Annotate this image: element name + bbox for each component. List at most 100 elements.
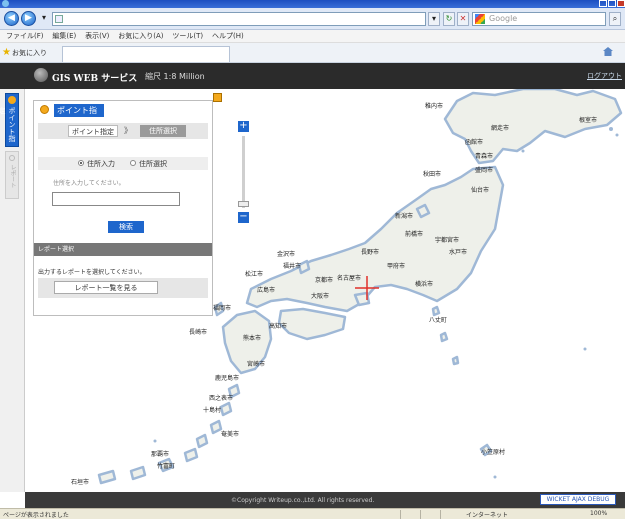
panel-title: ポイント指定 bbox=[54, 104, 104, 128]
copyright-text: ©Copyright Writeup.co.,Ltd. All rights r… bbox=[231, 497, 375, 504]
search-box[interactable]: Google bbox=[472, 12, 606, 26]
map-scale: 縮尺 1:8 Million bbox=[145, 72, 205, 81]
map-label: 奄美市 bbox=[221, 431, 240, 438]
zoom-out-button[interactable]: − bbox=[238, 212, 249, 223]
page-icon bbox=[55, 15, 63, 23]
map-label: 青森市 bbox=[475, 153, 494, 160]
panel-collapse-icon[interactable] bbox=[213, 93, 222, 102]
status-separator bbox=[440, 510, 441, 519]
menu-help[interactable]: ヘルプ(H) bbox=[212, 30, 244, 43]
map-label: 名古屋市 bbox=[337, 275, 362, 282]
report-instruction: 出力するレポートを選択してください。 bbox=[38, 269, 146, 276]
favorites-star-icon[interactable]: ★ bbox=[2, 47, 11, 58]
search-placeholder: Google bbox=[489, 14, 518, 23]
tab-point-select[interactable]: ポイント指定 bbox=[0, 93, 19, 147]
maximize-button[interactable] bbox=[608, 0, 616, 7]
status-bar: ページが表示されました インターネット 100% bbox=[0, 508, 625, 519]
map-label: 仙台市 bbox=[471, 187, 490, 194]
map-label: 金沢市 bbox=[277, 251, 296, 258]
address-input[interactable] bbox=[52, 192, 180, 206]
map-label: 竹富町 bbox=[157, 463, 176, 470]
google-logo-icon bbox=[475, 14, 485, 24]
radio-address-select[interactable] bbox=[130, 160, 136, 166]
map-label: 十島村 bbox=[203, 407, 222, 414]
map-label: 宇都宮市 bbox=[435, 237, 460, 244]
menu-view[interactable]: 表示(V) bbox=[85, 30, 109, 43]
map-label: 網走市 bbox=[491, 125, 510, 132]
address-bar[interactable] bbox=[52, 12, 426, 26]
step-indicator: ポイント指定 》 住所選択 bbox=[38, 123, 208, 139]
map-label: 大阪市 bbox=[311, 293, 330, 300]
ajax-debug-button[interactable]: WICKET AJAX DEBUG bbox=[540, 494, 616, 505]
stop-icon[interactable]: ✕ bbox=[457, 12, 469, 26]
map-label: 長崎市 bbox=[189, 329, 208, 336]
zoom-slider-handle[interactable] bbox=[238, 201, 249, 207]
map-label: 福岡市 bbox=[213, 305, 232, 312]
radio-address-input[interactable] bbox=[78, 160, 84, 166]
input-mode-radios: 住所入力 住所選択 bbox=[38, 157, 208, 170]
tab-label: レポート bbox=[9, 164, 16, 188]
honshu-island bbox=[245, 165, 505, 313]
status-separator bbox=[420, 510, 421, 519]
map-label: 前橋市 bbox=[405, 231, 424, 238]
refresh-icon[interactable]: ↻ bbox=[443, 12, 455, 26]
status-text: ページが表示されました bbox=[3, 512, 69, 519]
map-label: 宮崎市 bbox=[247, 361, 266, 368]
tab-report[interactable]: レポート bbox=[5, 151, 19, 199]
favorites-bar: ★ お気に入り bbox=[0, 43, 625, 63]
map-label: 石垣市 bbox=[71, 479, 90, 486]
menu-tools[interactable]: ツール(T) bbox=[172, 30, 203, 43]
map-label: 甲府市 bbox=[387, 263, 406, 270]
map-label: 水戸市 bbox=[449, 249, 468, 256]
map-label: 小笠原村 bbox=[481, 449, 506, 456]
map-label: 高知市 bbox=[269, 323, 288, 330]
map-label: 那覇市 bbox=[151, 451, 170, 458]
forward-button[interactable]: ▶ bbox=[21, 11, 36, 26]
map-label: 盛岡市 bbox=[475, 167, 494, 174]
minimize-button[interactable] bbox=[599, 0, 607, 7]
search-go-icon[interactable]: ⌕ bbox=[609, 12, 621, 26]
radio-label: 住所入力 bbox=[87, 160, 115, 168]
security-zone: インターネット bbox=[466, 512, 509, 519]
logout-link[interactable]: ログアウト bbox=[587, 71, 622, 81]
map-label: 函館市 bbox=[465, 139, 484, 146]
status-separator bbox=[400, 510, 401, 519]
map-label: 京都市 bbox=[315, 277, 334, 284]
address-form: 住所入力 住所選択 住所を入力してください。 検索 bbox=[38, 145, 208, 237]
view-report-list-button[interactable]: レポート一覧を見る bbox=[54, 281, 158, 294]
map-label: 熊本市 bbox=[243, 335, 262, 342]
step-point-select[interactable]: ポイント指定 bbox=[68, 125, 118, 137]
pin-icon bbox=[9, 155, 15, 161]
point-select-panel: ポイント指定 ポイント指定 》 住所選択 住所入力 住所選択 住所を入力してくだ… bbox=[33, 100, 213, 316]
map-label: 稚内市 bbox=[425, 103, 444, 110]
favorites-label[interactable]: お気に入り bbox=[12, 48, 47, 58]
tab-label: ポイント指定 bbox=[0, 107, 16, 142]
map-label: 根室市 bbox=[579, 117, 598, 124]
hokkaido-island bbox=[443, 87, 623, 165]
home-icon[interactable] bbox=[603, 47, 613, 56]
zoom-level[interactable]: 100% bbox=[590, 510, 607, 517]
browser-tab[interactable] bbox=[62, 46, 230, 62]
step-arrow: 》 bbox=[124, 126, 132, 135]
zoom-slider-track[interactable] bbox=[242, 136, 245, 208]
map-label: 広島市 bbox=[257, 287, 276, 294]
search-button[interactable]: 検索 bbox=[108, 221, 144, 233]
report-box: レポート一覧を見る bbox=[38, 278, 208, 298]
window-titlebar bbox=[0, 0, 625, 8]
map-label: 福井市 bbox=[283, 263, 302, 270]
address-dropdown-icon[interactable]: ▾ bbox=[428, 12, 440, 26]
address-instruction: 住所を入力してください。 bbox=[53, 180, 125, 187]
ie-icon bbox=[2, 0, 9, 7]
back-button[interactable]: ◀ bbox=[4, 11, 19, 26]
history-dropdown-icon[interactable]: ▾ bbox=[38, 12, 50, 26]
report-section-header: レポート選択 bbox=[34, 243, 212, 256]
menu-edit[interactable]: 編集(E) bbox=[52, 30, 76, 43]
menu-favorites[interactable]: お気に入り(A) bbox=[118, 30, 163, 43]
close-button[interactable] bbox=[617, 0, 625, 7]
panel-title-bar: ポイント指定 bbox=[34, 101, 212, 128]
globe-logo-icon bbox=[34, 68, 48, 82]
zoom-in-button[interactable]: + bbox=[238, 121, 249, 132]
menu-file[interactable]: ファイル(F) bbox=[6, 30, 44, 43]
app-header: GIS WEB サービス 縮尺 1:8 Million ログアウト bbox=[0, 63, 625, 89]
step-address-select[interactable]: 住所選択 bbox=[140, 125, 186, 137]
